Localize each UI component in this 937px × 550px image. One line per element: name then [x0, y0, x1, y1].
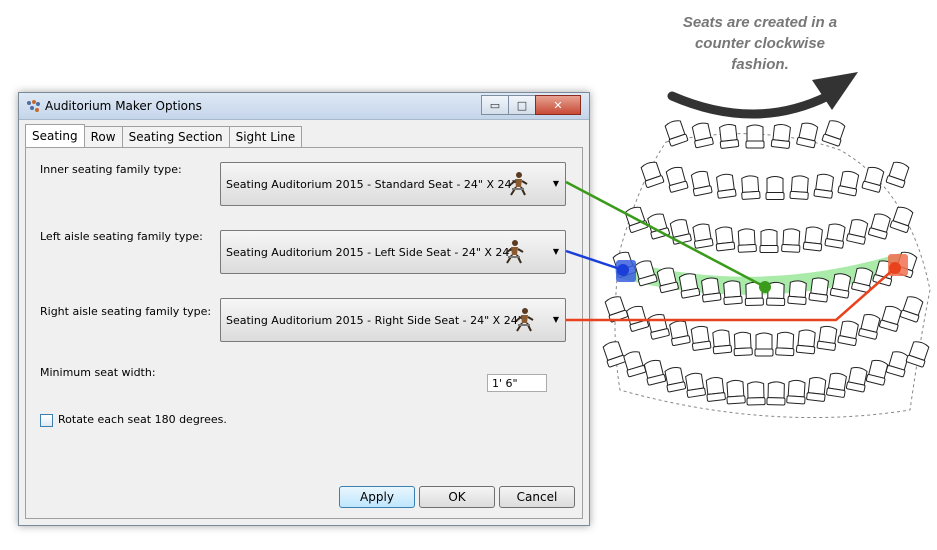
seat-icon [802, 226, 823, 252]
seat-icon [723, 280, 743, 305]
seat-icon [754, 332, 774, 357]
seat-icon [861, 166, 885, 193]
seat-icon [885, 161, 910, 188]
seat-icon [846, 219, 869, 245]
seat-icon [690, 170, 713, 197]
seat-icon [795, 329, 816, 355]
seat-icon [669, 219, 692, 245]
seat-icon [604, 296, 629, 323]
seat-icon [623, 351, 647, 378]
seat-icon [885, 351, 909, 378]
seat-icon [690, 325, 712, 351]
seat-icon [786, 379, 806, 405]
seat-icon [745, 124, 765, 149]
seat-icon [878, 305, 902, 332]
seat-icon [741, 175, 761, 200]
right-aisle-dot [889, 262, 901, 274]
seat-icon [647, 314, 670, 340]
seat-icon [691, 122, 714, 149]
seating-diagram [565, 72, 931, 419]
seat-icon [808, 277, 829, 303]
seat-icon [746, 381, 766, 406]
seat-icon [766, 381, 786, 406]
seat-icon [705, 377, 726, 402]
seat-icon [626, 305, 650, 332]
seat-icon [716, 173, 737, 199]
seat-icon [813, 173, 834, 199]
seat-icon [664, 367, 687, 393]
seat-icon [858, 314, 881, 340]
seat-icon [719, 124, 740, 149]
seat-icon [715, 226, 736, 252]
seat-icon [765, 176, 785, 200]
seat-icon [865, 359, 889, 386]
inner-seat-dot [759, 281, 771, 293]
seat-icon [787, 280, 807, 305]
seat-icon [759, 229, 779, 253]
seat-icon [821, 120, 846, 147]
seat-icon [806, 377, 827, 402]
seat-icon [826, 372, 847, 398]
seat-icon [602, 341, 627, 368]
counter-clockwise-arrow [667, 91, 833, 119]
seat-icon [868, 213, 891, 240]
seat-icon [669, 320, 691, 346]
seat-icon [733, 331, 753, 357]
seat-icon [656, 267, 679, 294]
seat-icon [905, 341, 930, 368]
seat-icon [712, 329, 733, 355]
seat-icon [643, 359, 667, 386]
seat-icon [775, 331, 795, 357]
seat-icon [837, 170, 860, 197]
seat-icon [701, 277, 722, 303]
seat-icon [692, 223, 714, 249]
seat-icon [737, 228, 757, 253]
seat-icon [899, 296, 924, 323]
seat-icon [685, 372, 706, 398]
seat-icon [845, 367, 868, 393]
seat-icon [796, 122, 819, 149]
seat-icon [837, 320, 859, 346]
seat-icon [665, 166, 689, 193]
seat-icon [789, 175, 809, 200]
seat-icon [781, 228, 801, 253]
seat-rows [602, 120, 930, 406]
seat-icon [824, 223, 846, 249]
seat-icon [816, 325, 838, 351]
seat-icon [726, 379, 746, 405]
left-aisle-dot [617, 264, 629, 276]
seat-icon [770, 124, 791, 149]
